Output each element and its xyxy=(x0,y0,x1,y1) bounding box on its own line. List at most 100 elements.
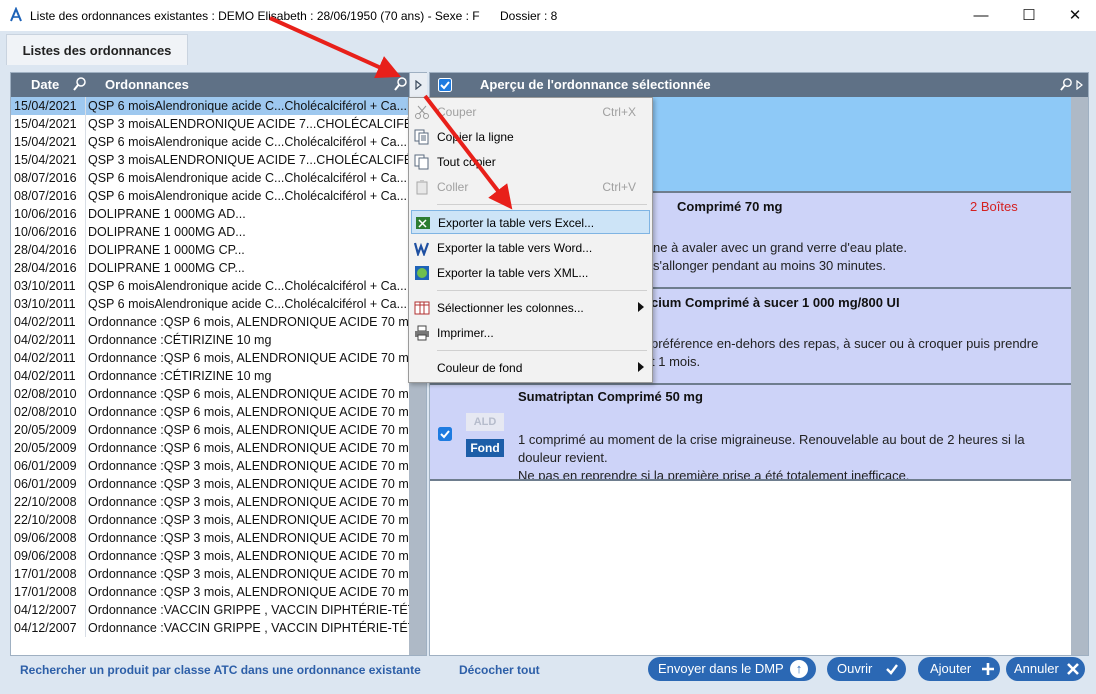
medication-instruction: Ne pas en reprendre si la première prise… xyxy=(518,468,910,481)
medication-instruction: 1 comprimé au moment de la crise migrain… xyxy=(518,432,1025,447)
table-row[interactable]: 20/05/2009 Ordonnance :QSP 6 mois, ALENDR… xyxy=(11,421,409,439)
ouvrir-button[interactable]: Ouvrir xyxy=(827,657,906,681)
table-row[interactable]: 06/01/2009 Ordonnance :QSP 3 mois, ALENDR… xyxy=(11,475,409,493)
prescription-list-panel: Date Ordonnances 15/04/2021 QSP 6 moisAle… xyxy=(10,72,427,656)
tab-listes-ordonnances[interactable]: Listes des ordonnances xyxy=(6,34,188,66)
row-date: 28/04/2016 xyxy=(14,261,77,275)
button-label: Envoyer dans le DMP xyxy=(658,661,784,676)
row-ordonnance: QSP 6 moisAlendronique acide C...Choléca… xyxy=(85,187,409,205)
maximize-button[interactable]: ☐ xyxy=(1006,0,1052,31)
envoyer-dmp-button[interactable]: Envoyer dans le DMP ↑ xyxy=(648,657,816,681)
menu-item-couleur-fond[interactable]: Couleur de fond xyxy=(411,356,650,380)
table-row[interactable]: 04/02/2011 Ordonnance :QSP 6 mois, ALENDR… xyxy=(11,349,409,367)
tab-strip: Listes des ordonnances xyxy=(0,31,1096,66)
dossier-number: Dossier : 8 xyxy=(500,9,558,23)
table-row[interactable]: 08/07/2016 QSP 6 moisAlendronique acide C… xyxy=(11,187,409,205)
row-ordonnance: QSP 3 moisALENDRONIQUE ACIDE 7...CHOLÉCA… xyxy=(85,151,409,169)
table-row[interactable]: 04/12/2007 Ordonnance :VACCIN GRIPPE , VA… xyxy=(11,601,409,619)
row-date: 03/10/2011 xyxy=(14,279,76,293)
row-ordonnance: Ordonnance :CÉTIRIZINE 10 mg xyxy=(85,367,409,385)
close-window-button[interactable]: ✕ xyxy=(1052,0,1096,31)
menu-label: Exporter la table vers XML... xyxy=(437,266,589,280)
row-ordonnance: QSP 6 moisAlendronique acide C...Choléca… xyxy=(85,295,409,313)
menu-item-export-word[interactable]: Exporter la table vers Word... xyxy=(411,236,650,260)
minimize-button[interactable]: — xyxy=(958,0,1004,31)
table-row[interactable]: 15/04/2021 QSP 3 moisALENDRONIQUE ACIDE 7… xyxy=(11,151,409,169)
table-row[interactable]: 20/05/2009 Ordonnance :QSP 6 mois, ALENDR… xyxy=(11,439,409,457)
preview-menu-arrow-icon[interactable] xyxy=(1075,80,1083,90)
preview-scrollbar[interactable] xyxy=(1071,97,1088,655)
menu-item-export-xml[interactable]: Exporter la table vers XML... xyxy=(411,261,650,285)
menu-item-copier-ligne[interactable]: Copier la ligne xyxy=(411,125,650,149)
table-row[interactable]: 22/10/2008 Ordonnance :QSP 3 mois, ALENDR… xyxy=(11,493,409,511)
table-menu-button[interactable] xyxy=(409,73,427,97)
search-date-icon[interactable] xyxy=(73,76,87,92)
menu-item-tout-copier[interactable]: Tout copier xyxy=(411,150,650,174)
row-date: 02/08/2010 xyxy=(14,405,77,419)
preview-search-icon[interactable] xyxy=(1060,77,1073,92)
medication-title: Sumatriptan Comprimé 50 mg xyxy=(518,389,703,404)
menu-item-coller[interactable]: Coller Ctrl+V xyxy=(411,175,650,199)
column-header-date[interactable]: Date xyxy=(31,77,59,92)
table-row[interactable]: 17/01/2008 Ordonnance :QSP 3 mois, ALENDR… xyxy=(11,565,409,583)
plus-icon xyxy=(982,663,994,675)
row-ordonnance: Ordonnance :QSP 3 mois, ALENDRONIQUE ACI… xyxy=(85,511,409,529)
app-logo-icon xyxy=(10,7,22,22)
table-row[interactable]: 22/10/2008 Ordonnance :QSP 3 mois, ALENDR… xyxy=(11,511,409,529)
table-row[interactable]: 15/04/2021 QSP 6 moisAlendronique acide C… xyxy=(11,97,409,115)
table-row[interactable]: 10/06/2016 DOLIPRANE 1 000MG AD... xyxy=(11,205,409,223)
select-all-checkbox[interactable] xyxy=(438,78,452,92)
table-row[interactable]: 04/12/2007 Ordonnance :VACCIN GRIPPE , VA… xyxy=(11,619,409,637)
table-row[interactable]: 06/01/2009 Ordonnance :QSP 3 mois, ALENDR… xyxy=(11,457,409,475)
row-ordonnance: Ordonnance :QSP 3 mois, ALENDRONIQUE ACI… xyxy=(85,475,409,493)
table-row[interactable]: 10/06/2016 DOLIPRANE 1 000MG AD... xyxy=(11,223,409,241)
table-row[interactable]: 03/10/2011 QSP 6 moisAlendronique acide C… xyxy=(11,295,409,313)
row-date: 02/08/2010 xyxy=(14,387,77,401)
copy-all-icon xyxy=(414,154,429,170)
table-row[interactable]: 04/02/2011 Ordonnance :CÉTIRIZINE 10 mg xyxy=(11,367,409,385)
table-row[interactable]: 28/04/2016 DOLIPRANE 1 000MG CP... xyxy=(11,241,409,259)
medication-title: cium Comprimé à sucer 1 000 mg/800 UI xyxy=(651,295,900,310)
menu-arrow-icon xyxy=(415,80,422,90)
table-row[interactable]: 15/04/2021 QSP 3 moisALENDRONIQUE ACIDE 7… xyxy=(11,115,409,133)
row-ordonnance: Ordonnance :QSP 3 mois, ALENDRONIQUE ACI… xyxy=(85,493,409,511)
preview-item-sumatriptan[interactable]: ALD Fond Sumatriptan Comprimé 50 mg 1 co… xyxy=(430,385,1071,481)
table-row[interactable]: 17/01/2008 Ordonnance :QSP 3 mois, ALENDR… xyxy=(11,583,409,601)
link-decocher-tout[interactable]: Décocher tout xyxy=(459,663,540,677)
ajouter-button[interactable]: Ajouter xyxy=(918,657,1000,681)
table-row[interactable]: 04/02/2011 Ordonnance :QSP 6 mois, ALENDR… xyxy=(11,313,409,331)
menu-item-export-excel[interactable]: Exporter la table vers Excel... xyxy=(411,210,650,234)
table-row[interactable]: 08/07/2016 QSP 6 moisAlendronique acide C… xyxy=(11,169,409,187)
table-row[interactable]: 03/10/2011 QSP 6 moisAlendronique acide C… xyxy=(11,277,409,295)
column-header-ordonnances[interactable]: Ordonnances xyxy=(105,77,189,92)
table-row[interactable]: 04/02/2011 Ordonnance :CÉTIRIZINE 10 mg xyxy=(11,331,409,349)
row-date: 04/02/2011 xyxy=(14,351,76,365)
annuler-button[interactable]: Annuler xyxy=(1006,657,1085,681)
menu-item-imprimer[interactable]: Imprimer... xyxy=(411,321,650,345)
row-date: 06/01/2009 xyxy=(14,459,77,473)
menu-item-couper[interactable]: Couper Ctrl+X xyxy=(411,100,650,124)
menu-separator xyxy=(437,204,647,205)
row-date: 08/07/2016 xyxy=(14,171,77,185)
link-recherche-atc[interactable]: Rechercher un produit par classe ATC dan… xyxy=(20,663,421,677)
row-ordonnance: Ordonnance :QSP 6 mois, ALENDRONIQUE ACI… xyxy=(85,439,409,457)
medication-instruction: s'allonger pendant au moins 30 minutes. xyxy=(653,258,887,273)
medication-instruction: ne à avaler avec un grand verre d'eau pl… xyxy=(653,240,907,255)
menu-item-selectionner-colonnes[interactable]: Sélectionner les colonnes... xyxy=(411,296,650,320)
row-ordonnance: Ordonnance :QSP 3 mois, ALENDRONIQUE ACI… xyxy=(85,565,409,583)
medication-instruction: préférence en-dehors des repas, à sucer … xyxy=(651,336,1039,351)
row-date: 03/10/2011 xyxy=(14,297,76,311)
table-row[interactable]: 02/08/2010 Ordonnance :QSP 6 mois, ALENDR… xyxy=(11,403,409,421)
table-row[interactable]: 02/08/2010 Ordonnance :QSP 6 mois, ALENDR… xyxy=(11,385,409,403)
row-ordonnance: Ordonnance :QSP 6 mois, ALENDRONIQUE ACI… xyxy=(85,421,409,439)
table-row[interactable]: 15/04/2021 QSP 6 moisAlendronique acide C… xyxy=(11,133,409,151)
row-date: 20/05/2009 xyxy=(14,441,77,455)
item-checkbox[interactable] xyxy=(438,427,452,441)
search-ordonnances-icon[interactable] xyxy=(394,76,408,92)
table-row[interactable]: 09/06/2008 Ordonnance :QSP 3 mois, ALENDR… xyxy=(11,529,409,547)
menu-label: Couper xyxy=(437,105,477,119)
row-ordonnance: Ordonnance :QSP 3 mois, ALENDRONIQUE ACI… xyxy=(85,583,409,601)
row-ordonnance: Ordonnance :QSP 6 mois, ALENDRONIQUE ACI… xyxy=(85,349,409,367)
table-row[interactable]: 09/06/2008 Ordonnance :QSP 3 mois, ALENDR… xyxy=(11,547,409,565)
table-row[interactable]: 28/04/2016 DOLIPRANE 1 000MG CP... xyxy=(11,259,409,277)
